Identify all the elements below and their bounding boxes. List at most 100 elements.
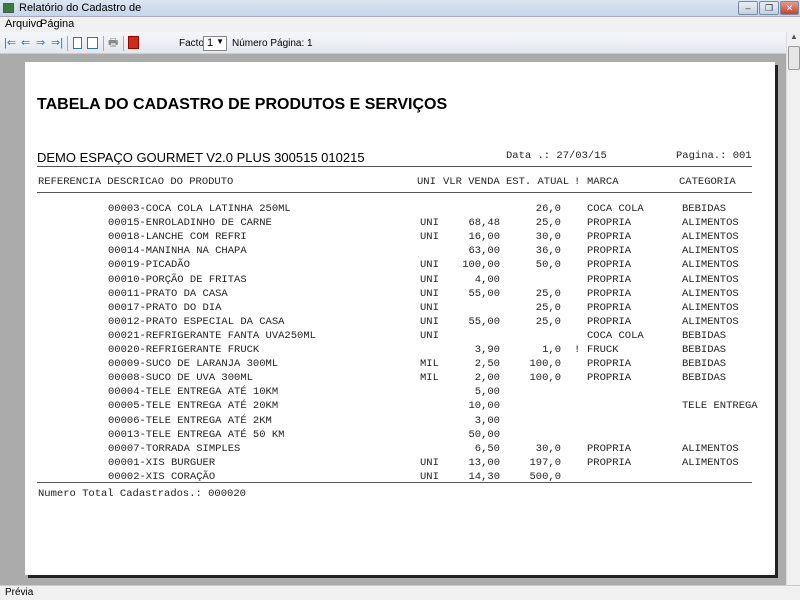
- cell-cat: ALIMENTOS: [682, 245, 739, 258]
- cell-uni: UNI: [420, 273, 439, 286]
- cell-cat: BEBIDAS: [682, 344, 727, 356]
- cell-uni: UNI: [420, 456, 439, 469]
- cell-vlr: 100,00: [462, 259, 500, 272]
- factor-select[interactable]: 1 ▼: [203, 36, 227, 51]
- header-vlr: VLR VENDA: [443, 176, 500, 188]
- cell-desc: 00012-PRATO ESPECIAL DA CASA: [108, 315, 285, 328]
- cell-marca: FRUCK: [587, 344, 619, 356]
- cell-marca: PROPRIA: [587, 442, 632, 455]
- cell-uni: MIL: [420, 358, 439, 371]
- last-page-icon[interactable]: ⇒|: [51, 36, 63, 50]
- table-row: 00018-LANCHE COM REFRI UNI 16,00 30,0 PROPRI…: [25, 231, 775, 245]
- cell-cat: ALIMENTOS: [682, 273, 739, 286]
- cell-est: 25,0: [535, 301, 561, 314]
- menu-arquivo[interactable]: Arquivo: [5, 18, 42, 30]
- cell-vlr: 13,00: [468, 456, 500, 469]
- cell-uni: UNI: [420, 217, 439, 230]
- minimize-button[interactable]: –: [738, 1, 758, 15]
- cell-desc: 00017-PRATO DO DIA: [108, 301, 222, 314]
- cell-est: 26,0: [535, 203, 561, 215]
- company-name: DEMO ESPAÇO GOURMET V2.0 PLUS 300515 010…: [37, 150, 365, 165]
- print-icon[interactable]: 🖶: [108, 36, 118, 50]
- separator: [103, 36, 104, 51]
- cell-desc: 00007-TORRADA SIMPLES: [108, 442, 241, 455]
- cell-vlr: 68,48: [468, 217, 500, 230]
- cell-cat: ALIMENTOS: [682, 287, 739, 300]
- table-row: 00019-PICADÃO UNI 100,00 50,0 PROPRIA ALIMENT…: [25, 259, 775, 273]
- divider: [37, 482, 752, 483]
- table-row: 00011-PRATO DA CASA UNI 55,00 25,0 PROPRIA AL…: [25, 288, 775, 302]
- scrollbar-thumb[interactable]: [788, 46, 800, 70]
- table-row: 00012-PRATO ESPECIAL DA CASA UNI 55,00 25,0…: [25, 316, 775, 330]
- cell-cat: TELE ENTREGA: [682, 400, 758, 413]
- divider: [37, 166, 752, 167]
- previous-page-icon[interactable]: ⇐: [21, 36, 30, 50]
- cell-cat: ALIMENTOS: [682, 442, 739, 455]
- separator: [123, 36, 124, 51]
- report-title: TABELA DO CADASTRO DE PRODUTOS E SERVIÇO…: [37, 96, 448, 113]
- cell-marca: PROPRIA: [587, 287, 632, 300]
- cell-est: 100,0: [529, 358, 561, 371]
- cell-desc: 00003-COCA COLA LATINHA 250ML: [108, 203, 291, 215]
- header-est: EST. ATUAL: [506, 176, 570, 188]
- cell-desc: 00020-REFRIGERANTE FRUCK: [108, 344, 260, 356]
- cell-uni: MIL: [420, 372, 439, 385]
- cell-marca: PROPRIA: [587, 301, 632, 314]
- vertical-scrollbar[interactable]: ▲: [786, 32, 800, 585]
- cell-cat: ALIMENTOS: [682, 301, 739, 314]
- chevron-down-icon: ▼: [216, 37, 224, 46]
- close-button[interactable]: ✕: [780, 1, 799, 15]
- next-page-icon[interactable]: ⇒: [36, 36, 45, 50]
- cell-uni: UNI: [420, 329, 439, 342]
- cell-cat: ALIMENTOS: [682, 259, 739, 272]
- cell-vlr: 63,00: [468, 245, 500, 258]
- status-text: Prévia: [5, 587, 34, 598]
- table-row: 00015-ENROLADINHO DE CARNE UNI 68,48 25,0 PR…: [25, 217, 775, 231]
- table-row: 00006-TELE ENTREGA ATÉ 2KM 3,00: [25, 415, 775, 429]
- app-icon: [3, 3, 14, 13]
- cell-desc: 00004-TELE ENTREGA ATÉ 10KM: [108, 386, 279, 399]
- cell-vlr: 6,50: [474, 442, 500, 455]
- scroll-up-icon[interactable]: ▲: [790, 32, 798, 41]
- first-page-icon[interactable]: |⇐: [4, 36, 16, 50]
- cell-est: 50,0: [535, 259, 561, 272]
- cell-desc: 00011-PRATO DA CASA: [108, 287, 228, 300]
- header-marca: MARCA: [587, 176, 619, 188]
- preview-area: TABELA DO CADASTRO DE PRODUTOS E SERVIÇO…: [0, 55, 786, 585]
- window-title: Relatório do Cadastro de: [19, 2, 142, 14]
- cell-cat: ALIMENTOS: [682, 217, 739, 230]
- separator: [67, 36, 68, 51]
- single-page-icon[interactable]: [73, 37, 82, 49]
- menu-pagina[interactable]: Página: [40, 18, 74, 30]
- cell-vlr: 4,00: [474, 273, 500, 286]
- cell-desc: 00006-TELE ENTREGA ATÉ 2KM: [108, 414, 272, 427]
- table-row: 00021-REFRIGERANTE FANTA UVA250ML UNI COCA…: [25, 330, 775, 344]
- cell-cat: BEBIDAS: [682, 358, 727, 371]
- cell-marca: PROPRIA: [587, 315, 632, 328]
- report-date: Data .: 27/03/15: [506, 150, 607, 162]
- exit-icon[interactable]: [128, 36, 139, 49]
- cell-est: 30,0: [535, 442, 561, 455]
- header-categoria: CATEGORIA: [679, 176, 736, 188]
- cell-marca: PROPRIA: [587, 456, 632, 469]
- header-flag: !: [574, 176, 581, 188]
- cell-desc: 00008-SUCO DE UVA 300ML: [108, 372, 253, 385]
- status-bar: Prévia: [0, 585, 800, 600]
- cell-desc: 00018-LANCHE COM REFRI: [108, 231, 247, 244]
- cell-cat: ALIMENTOS: [682, 456, 739, 469]
- cell-desc: 00015-ENROLADINHO DE CARNE: [108, 217, 272, 230]
- cell-marca: PROPRIA: [587, 372, 632, 385]
- menu-bar: Arquivo Página: [0, 17, 800, 32]
- two-pages-icon[interactable]: [87, 37, 98, 49]
- cell-desc: 00019-PICADÃO: [108, 259, 190, 272]
- cell-flag: !: [574, 344, 581, 356]
- restore-button[interactable]: ❐: [759, 1, 779, 15]
- table-row: 00003-COCA COLA LATINHA 250ML 26,0 COCA CO…: [25, 203, 775, 217]
- toolbar: |⇐ ⇐ ⇒ ⇒| 🖶 Factor: 1 ▼ Número Página: 1: [0, 32, 800, 54]
- cell-vlr: 55,00: [468, 287, 500, 300]
- cell-desc: 00013-TELE ENTREGA ATÉ 50 KM: [108, 428, 285, 441]
- table-row: 00001-XIS BURGUER UNI 13,00 197,0 PROPRIA ALI…: [25, 457, 775, 471]
- cell-est: 36,0: [535, 245, 561, 258]
- cell-marca: COCA COLA: [587, 203, 644, 215]
- cell-vlr: 10,00: [468, 400, 500, 413]
